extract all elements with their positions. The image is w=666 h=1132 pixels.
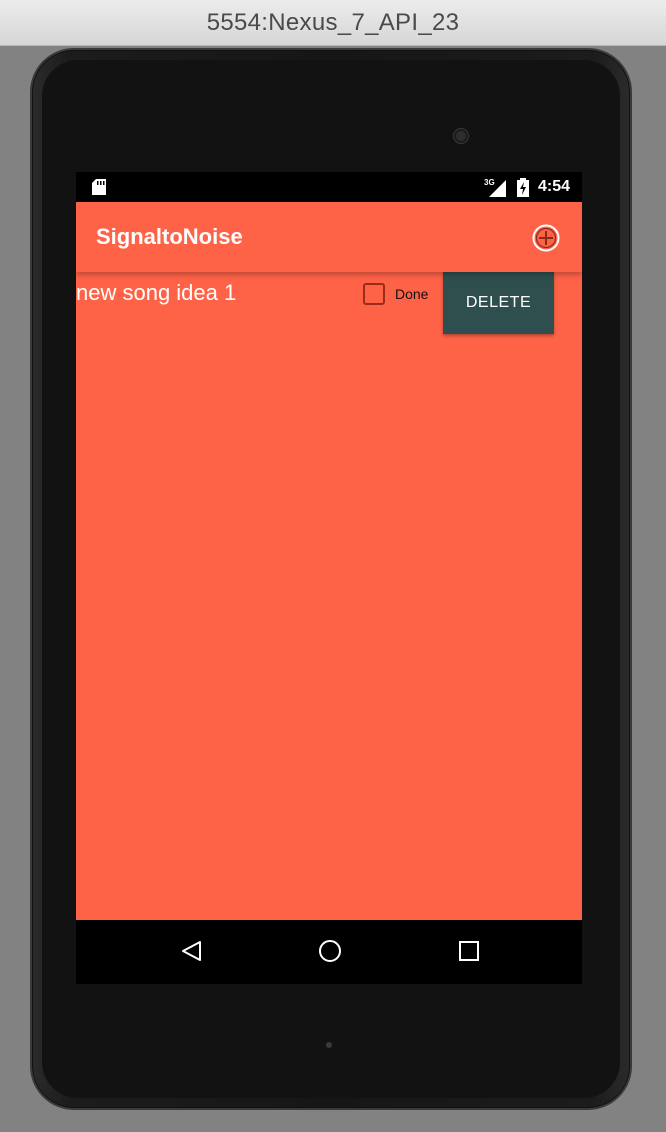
home-icon	[319, 940, 341, 962]
home-button[interactable]	[318, 939, 342, 968]
done-checkbox[interactable]	[363, 283, 385, 305]
battery-icon	[516, 178, 530, 203]
add-circle-icon	[532, 224, 560, 252]
done-label[interactable]: Done	[395, 286, 428, 302]
note-title[interactable]: new song idea 1	[76, 280, 236, 306]
list-item: new song idea 1 Done DELETE	[76, 272, 582, 336]
delete-button[interactable]: DELETE	[443, 272, 554, 334]
status-clock: 4:54	[538, 178, 571, 195]
sd-card-icon	[92, 179, 106, 200]
app-title: SignaltoNoise	[96, 224, 243, 249]
device-screen: 3G 4:54 SignaltoNoise new song idea 1 Do…	[76, 172, 582, 984]
back-icon	[182, 941, 201, 961]
recents-button[interactable]	[458, 940, 480, 967]
navigation-bar	[76, 920, 582, 984]
back-button[interactable]	[180, 940, 202, 967]
emulator-title-bar: 5554:Nexus_7_API_23	[0, 0, 666, 46]
signal-icon: 3G	[484, 178, 508, 203]
front-camera	[454, 129, 468, 143]
add-note-button[interactable]	[532, 224, 560, 252]
recents-icon	[459, 941, 479, 961]
bottom-sensor	[326, 1042, 332, 1048]
notes-list: new song idea 1 Done DELETE	[76, 272, 582, 920]
status-bar: 3G 4:54	[76, 172, 582, 202]
app-bar: SignaltoNoise	[76, 202, 582, 272]
emulator-title: 5554:Nexus_7_API_23	[206, 8, 460, 36]
network-type-label: 3G	[484, 178, 495, 187]
